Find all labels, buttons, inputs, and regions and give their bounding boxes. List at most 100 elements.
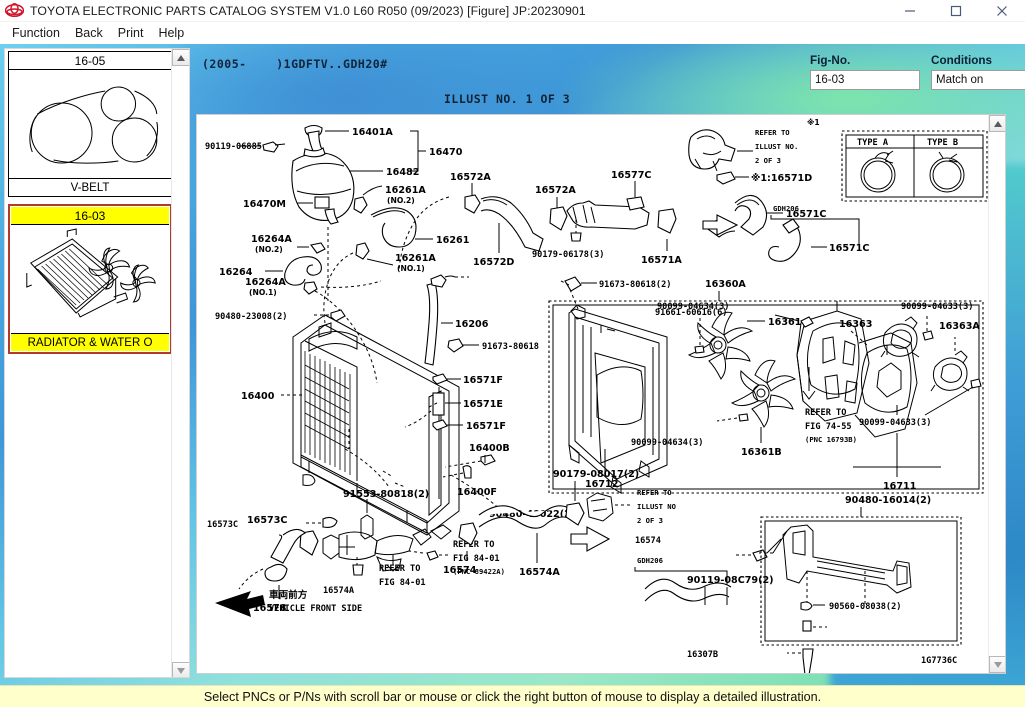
menu-item-print[interactable]: Print bbox=[111, 24, 152, 42]
label-16307B: 90480-16014(2) bbox=[845, 495, 931, 506]
scroll-down-button[interactable] bbox=[989, 656, 1005, 673]
note-refer-2of3-bottom-l3: 2 OF 3 bbox=[637, 516, 663, 525]
note-refer-2of3-bottom-l2: ILLUST NO bbox=[637, 502, 676, 511]
label-16360A: 16360A bbox=[705, 279, 746, 290]
pnc-card-16-05[interactable]: 16-05 V-BELT bbox=[8, 51, 172, 197]
fig-no-field: Fig-No. 16-03 bbox=[810, 54, 920, 90]
window-titlebar: TOYOTA ELECTRONIC PARTS CATALOG SYSTEM V… bbox=[0, 0, 1025, 22]
label-16206: 16206 bbox=[455, 319, 489, 330]
label-90480-23008: 90480-23008(2) bbox=[215, 312, 287, 322]
label-16571C-lower: 16571C bbox=[829, 243, 869, 254]
label-16572D: 16572D bbox=[473, 257, 514, 268]
note-refer-2of3-bottom-l1: REFER TO bbox=[637, 488, 672, 497]
scroll-down-button[interactable] bbox=[172, 662, 189, 677]
illustration-panel[interactable]: 16401A 16470 16482 90119-06885 16470M 16… bbox=[196, 114, 1006, 674]
figure-controls: Fig-No. 16-03 Conditions Match on bbox=[810, 54, 1025, 104]
pnc-list-panel: 16-05 V-BELT 16-03 RADIATOR & WATER O bbox=[4, 48, 190, 678]
label-16572A-right: 16572A bbox=[535, 185, 576, 196]
label-91553-80818: 16574A bbox=[323, 586, 355, 596]
note-refer-84-01-b-l1: REFER TO bbox=[379, 564, 420, 574]
label-16470: 16470 bbox=[429, 147, 463, 158]
model-code-text: (2005- )1GDFTV..GDH20# bbox=[202, 57, 388, 71]
label-16574A-left: 16574 bbox=[443, 565, 477, 576]
parts-diagram[interactable]: 16401A 16470 16482 90119-06885 16470M 16… bbox=[197, 115, 990, 673]
menu-item-back[interactable]: Back bbox=[68, 24, 111, 42]
note-refer-2of3-top-l3: 2 OF 3 bbox=[755, 156, 781, 165]
label-90099-04633-a: 90099-04633(3) bbox=[901, 302, 973, 312]
group-label-gdh206-lower: GDH206 bbox=[637, 556, 663, 565]
note-refer-84-01-a-l2: FIG 84-01 bbox=[453, 554, 500, 564]
toyota-logo-icon bbox=[5, 3, 24, 18]
label-16264A-no2-sub: (NO.2) bbox=[255, 245, 283, 254]
label-90119-06885: 90119-06885 bbox=[205, 142, 262, 152]
illustration-header: (2005- )1GDFTV..GDH20# ILLUST NO. 1 OF 3… bbox=[196, 52, 1025, 114]
label-16571F-upper: 16571F bbox=[463, 375, 503, 386]
close-button[interactable] bbox=[979, 0, 1025, 22]
note-refer-2of3-top-l2: ILLUST NO. bbox=[755, 142, 798, 151]
illustration-scrollbar[interactable] bbox=[988, 115, 1005, 673]
label-16482: 16482 bbox=[386, 167, 419, 178]
label-90179-08017: 16574 bbox=[635, 536, 661, 546]
label-16578: 91553-80818(2) bbox=[343, 489, 429, 500]
fig-no-label: Fig-No. bbox=[810, 54, 851, 67]
note-refer-74-55-l3: (PNC 16793B) bbox=[805, 435, 857, 444]
type-table-mark: ※1 bbox=[807, 118, 820, 127]
label-16264A-no2: 16264A bbox=[251, 234, 292, 245]
scroll-up-button[interactable] bbox=[989, 115, 1005, 132]
label-16577C: 16577C bbox=[611, 170, 651, 181]
menu-item-function[interactable]: Function bbox=[5, 24, 68, 42]
group-label-gdh206-upper: GDH206 bbox=[773, 204, 799, 213]
label-90480-16014: 90560-08038(2) bbox=[829, 602, 901, 612]
pnc-thumbnail-vbelt bbox=[9, 70, 171, 178]
label-16571A: 16571A bbox=[641, 255, 682, 266]
window-controls bbox=[887, 0, 1025, 22]
label-16574-mid: 16574A bbox=[519, 567, 560, 578]
scroll-up-button[interactable] bbox=[172, 49, 189, 66]
label-16573C-left: 16573C bbox=[247, 515, 287, 526]
label-16573C-bottom: 16578 bbox=[253, 603, 287, 614]
label-16264A-no1-sub: (NO.1) bbox=[249, 288, 277, 297]
label-16261A-no2-sub: (NO.2) bbox=[387, 196, 415, 205]
note-refer-2of3-top-l1: REFER TO bbox=[755, 128, 790, 137]
label-90480-40022: 16573C bbox=[207, 520, 238, 530]
label-91661-60616: 91661-60616(6) bbox=[655, 308, 727, 318]
label-90099-04634-b: 90099-04634(3) bbox=[631, 438, 703, 448]
label-16363: 16363 bbox=[839, 319, 872, 330]
illust-number-text: ILLUST NO. 1 OF 3 bbox=[444, 92, 571, 106]
label-16400F: 16400F bbox=[457, 487, 497, 498]
maximize-button[interactable] bbox=[933, 0, 979, 22]
window-title: TOYOTA ELECTRONIC PARTS CATALOG SYSTEM V… bbox=[30, 3, 586, 18]
label-16261: 16261 bbox=[436, 235, 470, 246]
label-16712: 16712 bbox=[585, 479, 618, 490]
menu-bar: Function Back Print Help bbox=[0, 22, 1025, 44]
minimize-button[interactable] bbox=[887, 0, 933, 22]
front-side-jp: 車両前方 bbox=[269, 589, 308, 601]
note-refer-74-55-l2: FIG 74-55 bbox=[805, 422, 852, 432]
conditions-label: Conditions bbox=[931, 54, 993, 67]
label-16261A-no1-sub: (NO.1) bbox=[397, 264, 425, 273]
label-91673-80618-a: 91673-80618 bbox=[482, 342, 539, 352]
pnc-code: 16-05 bbox=[9, 52, 171, 70]
pnc-list-scrollbar[interactable] bbox=[171, 49, 189, 677]
label-16401A: 16401A bbox=[352, 127, 393, 138]
label-16261A-no2: 16261A bbox=[385, 185, 426, 196]
menu-item-help[interactable]: Help bbox=[151, 24, 192, 42]
label-16264A-no1: 16264A bbox=[245, 277, 286, 288]
note-refer-84-01-a-l1: REFER TO bbox=[453, 540, 494, 550]
label-16400B: 16400B bbox=[469, 443, 510, 454]
label-16400: 16400 bbox=[241, 391, 275, 402]
pnc-thumbnail-radiator bbox=[11, 225, 169, 333]
pnc-card-16-03[interactable]: 16-03 RADIATOR & WATER O bbox=[8, 204, 172, 354]
label-16711: 16711 bbox=[883, 481, 917, 492]
label-16574A-top: 90179-08017(2) bbox=[553, 469, 639, 480]
label-16361: 16361 bbox=[768, 317, 802, 328]
conditions-field: Conditions Match on bbox=[931, 54, 1025, 90]
note-refer-84-01-b-l2: FIG 84-01 bbox=[379, 578, 426, 588]
illustration-footer-code: 1G7736C bbox=[921, 656, 957, 666]
label-16572A-left: 16572A bbox=[450, 172, 491, 183]
fig-no-input[interactable]: 16-03 bbox=[810, 70, 920, 90]
label-91673-80618-b: 91673-80618(2) bbox=[599, 280, 671, 290]
conditions-input[interactable]: Match on bbox=[931, 70, 1025, 90]
pnc-name: RADIATOR & WATER O bbox=[11, 333, 169, 351]
label-16363A: 16363A bbox=[939, 321, 980, 332]
